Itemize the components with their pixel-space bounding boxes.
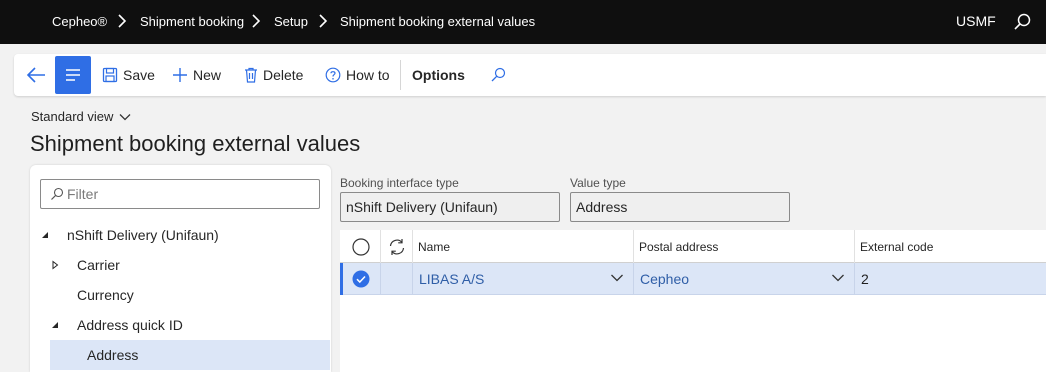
- breadcrumb-current-page: Shipment booking external values: [340, 14, 536, 29]
- name-value: LIBAS A/S: [419, 271, 485, 287]
- chevron-down-icon[interactable]: [831, 273, 845, 283]
- external-code-value: 2: [861, 271, 869, 287]
- tree-node-label: Currency: [77, 287, 134, 303]
- delete-button[interactable]: Delete: [244, 54, 303, 96]
- back-arrow-icon[interactable]: [24, 64, 48, 86]
- chevron-down-icon: [119, 113, 131, 120]
- chevron-down-icon[interactable]: [610, 273, 624, 283]
- action-pane: Save New Delete How to Options: [14, 54, 1046, 96]
- trash-icon: [245, 67, 257, 83]
- checkmark-circle-icon[interactable]: [352, 270, 370, 288]
- top-navigation-bar: Cepheo® Shipment booking Setup Shipment …: [0, 0, 1046, 44]
- filter-field[interactable]: [40, 179, 320, 209]
- search-icon: [51, 187, 64, 200]
- how-to-label: How to: [346, 67, 390, 83]
- navigation-menu-button[interactable]: [55, 56, 91, 94]
- chevron-right-icon: [252, 14, 261, 28]
- tree-node-label: Address quick ID: [77, 317, 183, 333]
- external-code-cell[interactable]: 2: [854, 263, 1046, 295]
- save-label: Save: [123, 67, 155, 83]
- booking-interface-type-label: Booking interface type: [340, 176, 459, 190]
- view-selector-label: Standard view: [31, 109, 114, 124]
- tree-node-carrier[interactable]: Carrier: [30, 250, 331, 280]
- column-header-external-code[interactable]: External code: [854, 230, 1046, 263]
- name-cell[interactable]: LIBAS A/S: [412, 263, 633, 295]
- options-tab[interactable]: Options: [412, 54, 465, 96]
- company-selector[interactable]: USMF: [956, 13, 996, 29]
- hamburger-menu-icon: [66, 69, 80, 81]
- options-label: Options: [412, 67, 465, 83]
- column-header-name[interactable]: Name: [412, 230, 633, 263]
- page-title: Shipment booking external values: [30, 131, 361, 156]
- values-grid: Name Postal address External code LIBAS …: [340, 230, 1046, 372]
- table-row[interactable]: LIBAS A/S Cepheo 2: [340, 263, 1046, 295]
- breadcrumb-shipment-booking[interactable]: Shipment booking: [140, 14, 244, 29]
- booking-interface-type-field: nShift Delivery (Unifaun): [340, 192, 560, 222]
- value-type-label: Value type: [570, 176, 626, 190]
- collapsed-triangle-icon[interactable]: [50, 260, 60, 270]
- save-button[interactable]: Save: [102, 54, 155, 96]
- view-selector[interactable]: Standard view: [31, 109, 131, 124]
- tree-node-currency[interactable]: Currency: [30, 280, 331, 310]
- row-select-cell[interactable]: [340, 263, 380, 295]
- help-question-icon: [325, 67, 341, 83]
- plus-icon: [173, 68, 187, 82]
- postal-address-cell[interactable]: Cepheo: [633, 263, 854, 295]
- save-disk-icon: [102, 67, 118, 83]
- breadcrumb-setup[interactable]: Setup: [274, 14, 308, 29]
- select-all-column[interactable]: [340, 230, 380, 263]
- delete-label: Delete: [263, 67, 304, 83]
- how-to-button[interactable]: How to: [325, 54, 390, 96]
- refresh-column[interactable]: [380, 230, 412, 263]
- expanded-triangle-icon[interactable]: [50, 320, 60, 330]
- new-label: New: [193, 67, 222, 83]
- new-button[interactable]: New: [172, 54, 221, 96]
- grid-header: Name Postal address External code: [340, 230, 1046, 263]
- refresh-icon[interactable]: [387, 237, 407, 257]
- column-header-postal-address[interactable]: Postal address: [633, 230, 854, 263]
- postal-address-value: Cepheo: [640, 271, 690, 287]
- chevron-right-icon: [118, 14, 127, 28]
- search-icon[interactable]: [1012, 12, 1032, 32]
- filter-input[interactable]: [67, 180, 317, 208]
- chevron-right-icon: [319, 14, 328, 28]
- expanded-triangle-icon: [42, 232, 48, 238]
- select-all-circle-icon[interactable]: [352, 238, 370, 256]
- tree-panel: nShift Delivery (Unifaun) Carrier Curren…: [30, 165, 331, 372]
- tree-node-label: Address: [87, 347, 139, 363]
- search-icon[interactable]: [490, 67, 506, 83]
- tree-node-label: Carrier: [77, 257, 120, 273]
- action-pane-divider: [400, 60, 401, 90]
- tree-node-address-quick-id[interactable]: Address quick ID: [30, 310, 331, 340]
- breadcrumb-cepheo[interactable]: Cepheo®: [52, 14, 107, 29]
- tree-node-address[interactable]: Address: [50, 340, 330, 370]
- row-refresh-cell: [380, 263, 412, 295]
- tree-node-nshift-delivery[interactable]: nShift Delivery (Unifaun): [30, 220, 331, 250]
- tree-node-label: nShift Delivery (Unifaun): [67, 227, 219, 243]
- value-type-field: Address: [570, 192, 790, 222]
